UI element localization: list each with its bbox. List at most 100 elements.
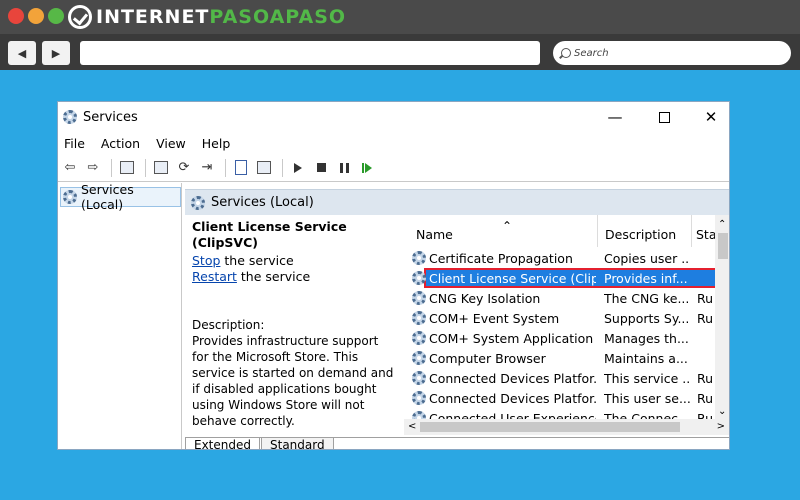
toolbar-divider [225,158,226,177]
console-tree: Services (Local) [58,182,182,449]
services-gear-icon [63,110,77,124]
table-row[interactable]: Connected Devices Platfor... This user se… [404,388,722,408]
refresh-icon[interactable]: ⟳ [174,158,194,178]
service-name: Certificate Propagation [429,250,573,266]
stop-service-text: the service [220,253,294,268]
search-icon [561,48,571,58]
tree-item-services-local[interactable]: Services (Local) [60,182,181,212]
table-row[interactable]: COM+ Event System Supports Sy... Ru [404,308,722,328]
table-row[interactable]: Connected Devices Platfor... This service… [404,368,722,388]
restart-service-icon[interactable] [357,158,377,178]
scroll-left-icon[interactable]: < [408,421,416,432]
logo-text-accent: PASOAPASO [209,6,347,28]
service-gear-icon [412,411,426,419]
pause-service-icon[interactable] [334,158,354,178]
service-description-cell: The CNG ke... [604,290,690,306]
service-name: Connected Devices Platfor... [429,370,596,386]
service-name: Client License Service (ClipS... [429,270,596,286]
service-name-cell: COM+ System Application [412,331,596,346]
menu-file[interactable]: File [64,136,85,151]
search-input[interactable]: Search [553,41,791,65]
close-window-dot[interactable] [8,8,24,24]
stop-service-row: Stop the service [192,253,294,269]
service-name: CNG Key Isolation [429,290,541,306]
forward-button[interactable]: ▶ [42,41,70,65]
service-detail-pane: Client License Service (ClipSVC) Stop th… [185,215,401,445]
help-icon[interactable] [231,158,251,178]
view-icon[interactable] [254,158,274,178]
menu-help[interactable]: Help [202,136,231,151]
table-row[interactable]: COM+ System Application Manages th... [404,328,722,348]
toolbar-divider [111,158,112,177]
back-button[interactable]: ◀ [8,41,36,65]
forward-arrow-icon[interactable]: ⇨ [83,158,103,178]
column-header-description[interactable]: Description [598,215,692,247]
vertical-scroll-thumb[interactable] [718,233,728,259]
scroll-up-icon[interactable]: ⌃ [718,219,726,230]
stop-service-link[interactable]: Stop [192,253,220,268]
pane-header: Services (Local) [185,189,729,215]
browser-chrome: INTERNETPASOAPASO ◀ ▶ Search [0,0,800,70]
service-name-cell: Connected Devices Platfor... [412,391,596,406]
table-row[interactable]: Connected User Experience... The Connec..… [404,408,722,419]
services-window: Services — ✕ File Action View Help ⇦ ⇨ ⟳… [57,101,730,450]
table-row[interactable]: Certificate Propagation Copies user ... [404,248,722,268]
tab-standard[interactable]: Standard [261,438,334,449]
maximize-button[interactable] [655,108,673,126]
service-gear-icon [412,271,426,285]
service-name-cell: Computer Browser [412,351,596,366]
service-gear-icon [412,351,426,365]
table-row[interactable]: CNG Key Isolation The CNG ke... Ru [404,288,722,308]
restart-service-row: Restart the service [192,269,310,285]
service-name: Connected User Experience... [429,410,596,420]
view-tabs: Extended Standard [185,437,729,449]
service-description-cell: Maintains a... [604,350,688,366]
selected-service-title: Client License Service (ClipSVC) [192,219,347,250]
service-gear-icon [412,311,426,325]
service-name-cell: Connected User Experience... [412,410,596,420]
tree-item-label: Services (Local) [81,182,134,212]
column-name-label: Name [416,227,453,242]
service-name-cell: CNG Key Isolation [412,291,596,306]
start-service-icon[interactable] [288,158,308,178]
properties-icon[interactable] [151,158,171,178]
service-gear-icon [412,371,426,385]
url-input[interactable] [80,41,540,65]
description-text: Provides infrastructure support for the … [192,334,394,428]
horizontal-scroll-thumb[interactable] [420,422,680,432]
scroll-down-icon[interactable]: ⌄ [718,406,726,417]
logo-text: INTERNETPASOAPASO [96,6,346,28]
logo-text-prefix: INTERNET [96,6,210,28]
service-description-cell: This user se... [604,390,690,406]
service-description-cell: The Connec... [604,410,690,420]
menu-action[interactable]: Action [101,136,140,151]
export-list-icon[interactable]: ⇥ [197,158,217,178]
service-description-cell: Supports Sy... [604,310,690,326]
column-header-name[interactable]: ⌃ Name [404,215,598,247]
logo-check-icon [68,5,92,29]
horizontal-scrollbar[interactable]: < > [404,419,729,435]
table-row[interactable]: Computer Browser Maintains a... [404,348,722,368]
vertical-scrollbar[interactable]: ⌃ ⌄ [715,215,729,419]
services-gear-icon [63,190,77,204]
service-name: COM+ Event System [429,310,560,326]
service-gear-icon [412,331,426,345]
service-name-cell: Connected Devices Platfor... [412,371,596,386]
window-title: Services [83,109,138,125]
pane-header-title: Services (Local) [211,195,314,210]
back-arrow-icon[interactable]: ⇦ [60,158,80,178]
menu-view[interactable]: View [156,136,186,151]
stop-service-icon[interactable] [311,158,331,178]
site-logo: INTERNETPASOAPASO [68,4,346,30]
show-hide-console-tree-icon[interactable] [117,158,137,178]
close-button[interactable]: ✕ [702,108,720,126]
minimize-button[interactable]: — [606,108,624,126]
toolbar: ⇦ ⇨ ⟳ ⇥ [58,154,729,182]
tab-extended[interactable]: Extended [185,438,260,449]
minimize-window-dot[interactable] [28,8,44,24]
table-row[interactable]: Client License Service (ClipS... Provides… [404,268,722,288]
maximize-window-dot[interactable] [48,8,64,24]
restart-service-link[interactable]: Restart [192,269,237,284]
services-list: ⌃ Name Description Sta Certificate Propa… [404,215,729,419]
scroll-right-icon[interactable]: > [717,421,725,432]
